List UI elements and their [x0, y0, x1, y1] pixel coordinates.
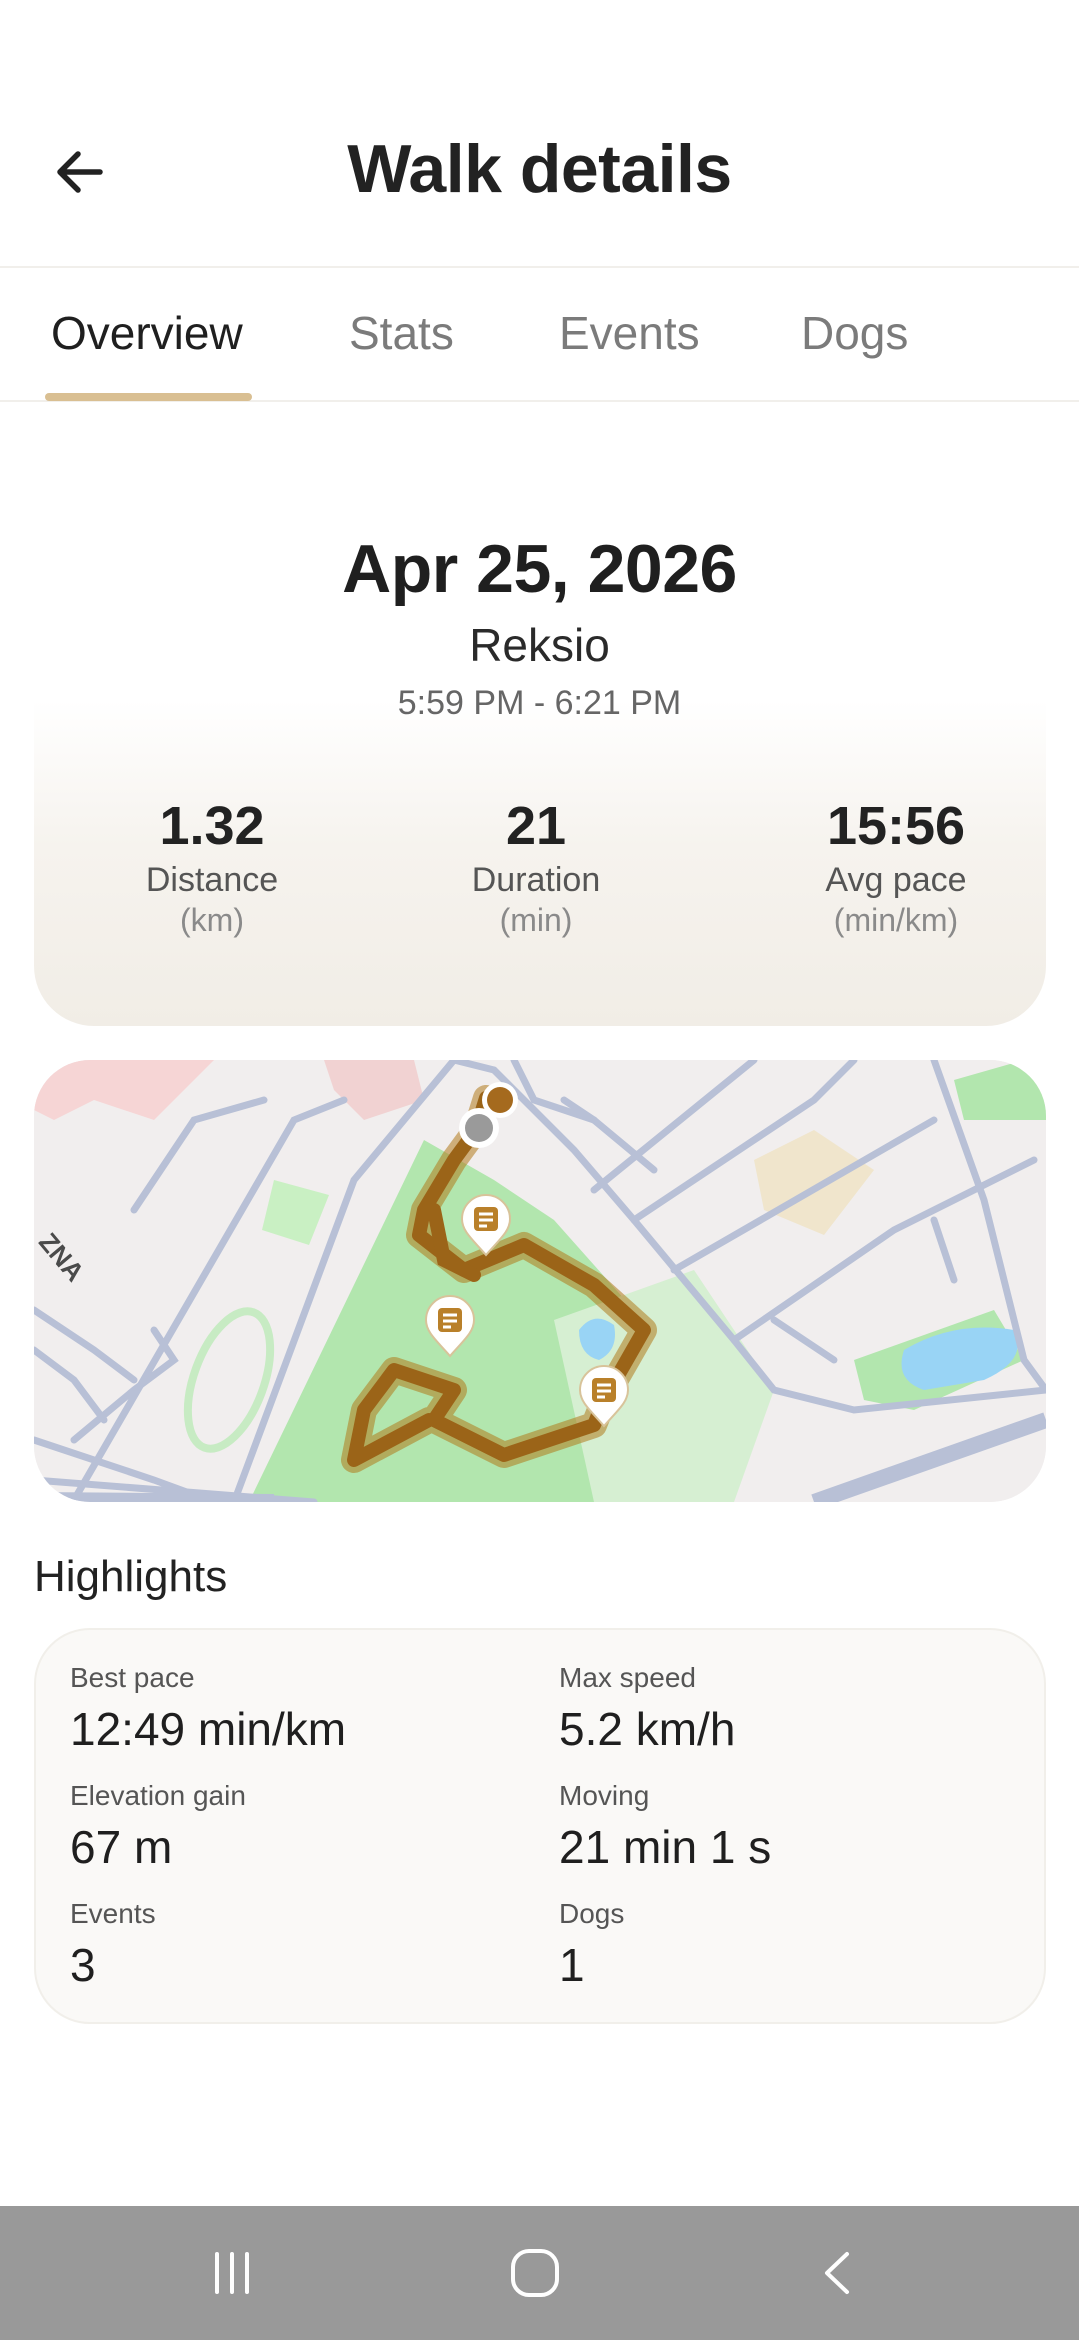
tab-events[interactable]: Events	[559, 306, 700, 360]
end-point	[487, 1087, 513, 1113]
highlight-value: 12:49 min/km	[70, 1703, 347, 1755]
highlight-dogs: Dogs 1	[559, 1898, 624, 1992]
highlight-best-pace: Best pace 12:49 min/km	[70, 1662, 346, 1756]
stat-unit: (min/km)	[833, 902, 959, 938]
start-point	[465, 1114, 493, 1142]
highlight-value: 67 m	[70, 1821, 173, 1873]
highlight-label: Elevation gain	[70, 1780, 246, 1811]
highlight-label: Max speed	[559, 1662, 696, 1693]
highlight-label: Events	[70, 1898, 156, 1929]
highlight-value: 5.2 km/h	[559, 1703, 736, 1755]
back-nav-icon	[825, 2252, 849, 2294]
recent-apps-icon	[215, 2252, 249, 2294]
highlights-title: Highlights	[34, 1552, 228, 1601]
highlights-card: Best pace 12:49 min/km Max speed 5.2 km/…	[34, 1628, 1046, 2024]
active-tab-indicator	[45, 393, 252, 401]
dog-name: Reksio	[469, 619, 610, 671]
route-map[interactable]: ZNA	[34, 1060, 1046, 1502]
map-canvas: ZNA	[34, 1060, 1046, 1502]
walk-time-range: 5:59 PM - 6:21 PM	[397, 684, 682, 722]
app-header: Walk details	[0, 0, 1079, 268]
recent-apps-button[interactable]	[172, 2226, 292, 2320]
stat-unit: (min)	[499, 902, 573, 938]
tab-dogs[interactable]: Dogs	[801, 306, 908, 360]
highlight-value: 21 min 1 s	[559, 1821, 772, 1873]
highlight-moving: Moving 21 min 1 s	[559, 1780, 771, 1874]
highlight-max-speed: Max speed 5.2 km/h	[559, 1662, 735, 1756]
highlight-label: Moving	[559, 1780, 650, 1811]
walk-summary: Apr 25, 2026 Reksio 5:59 PM - 6:21 PM	[0, 530, 1079, 723]
stat-duration: 21 Duration (min)	[386, 795, 686, 939]
highlight-label: Dogs	[559, 1898, 625, 1929]
highlight-label: Best pace	[70, 1662, 195, 1693]
tab-overview[interactable]: Overview	[51, 306, 243, 360]
home-button[interactable]	[475, 2226, 595, 2320]
stat-value: 1.32	[159, 796, 265, 856]
highlight-events: Events 3	[70, 1898, 156, 1992]
highlight-elevation-gain: Elevation gain 67 m	[70, 1780, 246, 1874]
tab-stats[interactable]: Stats	[349, 306, 454, 360]
highlight-value: 3	[70, 1939, 96, 1991]
stat-distance: 1.32 Distance (km)	[62, 795, 362, 939]
stat-label: Avg pace	[825, 861, 967, 899]
walk-date: Apr 25, 2026	[342, 531, 737, 607]
stat-unit: (km)	[180, 902, 244, 938]
home-icon	[511, 2249, 559, 2297]
stat-value: 15:56	[826, 796, 966, 856]
stat-avg-pace: 15:56 Avg pace (min/km)	[746, 795, 1046, 939]
highlight-value: 1	[559, 1939, 585, 1991]
back-nav-button[interactable]	[778, 2226, 898, 2320]
stat-label: Distance	[145, 861, 279, 899]
tab-bar: Overview Stats Events Dogs	[0, 266, 1079, 402]
summary-stats-card: 1.32 Distance (km) 21 Duration (min) 15:…	[34, 700, 1046, 1026]
stat-label: Duration	[471, 861, 601, 899]
system-nav-bar	[0, 2206, 1079, 2340]
stat-value: 21	[505, 796, 567, 856]
page-title: Walk details	[347, 131, 732, 207]
